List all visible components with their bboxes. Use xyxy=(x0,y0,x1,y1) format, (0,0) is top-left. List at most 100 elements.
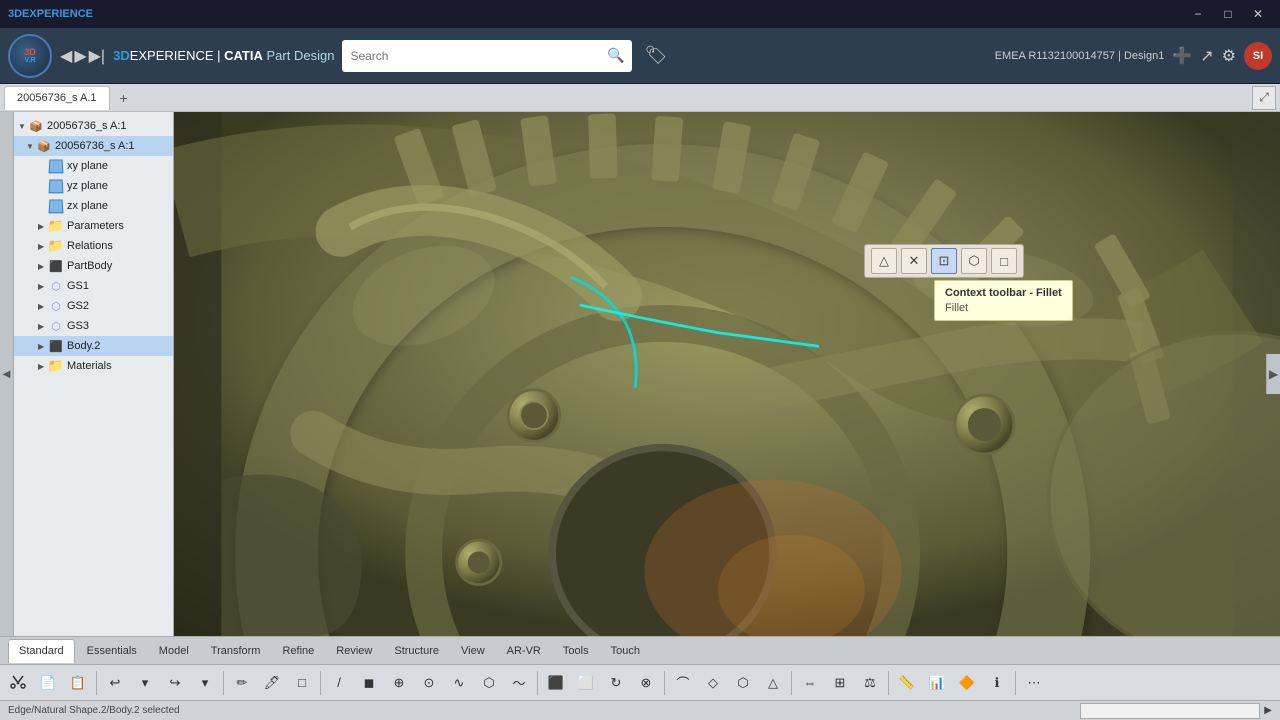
tree-item-gs2[interactable]: ▶ ⬡ GS2 xyxy=(14,296,173,316)
add-icon[interactable]: ➕ xyxy=(1172,46,1192,66)
sidebar-toggle[interactable]: ◀ xyxy=(0,112,14,636)
ctx-btn-empty-square[interactable]: □ xyxy=(991,248,1017,274)
tab-review[interactable]: Review xyxy=(326,639,382,663)
shell-button[interactable]: ⬡ xyxy=(729,669,757,697)
fullscreen-button[interactable]: ⤢ xyxy=(1252,86,1276,110)
tree-item-root1[interactable]: ▼ 📦 20056736_s A:1 xyxy=(14,116,173,136)
tree-item-params[interactable]: ▶ 📁 Parameters xyxy=(14,216,173,236)
separator xyxy=(320,671,321,695)
status-right: ▶ xyxy=(1080,703,1272,719)
groove-button[interactable]: ⊗ xyxy=(632,669,660,697)
tab-transform[interactable]: Transform xyxy=(201,639,271,663)
more-button[interactable]: ⋯ xyxy=(1020,669,1048,697)
minimize-button[interactable]: − xyxy=(1184,4,1212,24)
tree-item-materials[interactable]: ▶ 📁 Materials xyxy=(14,356,173,376)
chamfer-button[interactable]: ◇ xyxy=(699,669,727,697)
expand-icon: ▼ xyxy=(18,122,28,131)
forward-button[interactable]: ▶| xyxy=(89,46,105,66)
search-box[interactable]: 🔍 xyxy=(342,40,632,72)
settings-icon[interactable]: ⚙ xyxy=(1222,46,1236,66)
tab-model[interactable]: Model xyxy=(149,639,199,663)
app-title-part: Part Design xyxy=(263,48,335,63)
analysis-button[interactable]: 📊 xyxy=(923,669,951,697)
undo-dropdown[interactable]: ▾ xyxy=(131,669,159,697)
new-tab-button[interactable]: + xyxy=(114,88,134,108)
tree-item-body2[interactable]: ▶ ⬛ Body.2 xyxy=(14,336,173,356)
close-button[interactable]: ✕ xyxy=(1244,4,1272,24)
select-button[interactable]: 🖊 xyxy=(258,669,286,697)
titlebar-left: 3DEXPERIENCE xyxy=(8,8,93,20)
root-child-icon: 📦 xyxy=(36,138,52,154)
scale-button[interactable]: ⚖ xyxy=(856,669,884,697)
tab-ar-vr[interactable]: AR-VR xyxy=(497,639,551,663)
ctx-btn-triangle[interactable]: △ xyxy=(871,248,897,274)
coordinate-input[interactable] xyxy=(1080,703,1260,719)
tab-tools[interactable]: Tools xyxy=(553,639,599,663)
ctx-btn-square-active[interactable]: ⊡ xyxy=(931,248,957,274)
box-select-button[interactable]: □ xyxy=(288,669,316,697)
material-button[interactable]: 🔶 xyxy=(953,669,981,697)
sidebar-tree: ▼ 📦 20056736_s A:1 ▼ 📦 20056736_s A:1 xy… xyxy=(14,112,174,636)
share-icon[interactable]: ↗ xyxy=(1200,46,1213,66)
tab-standard[interactable]: Standard xyxy=(8,639,75,663)
tree-item-yz[interactable]: yz plane xyxy=(14,176,173,196)
tab-refine[interactable]: Refine xyxy=(272,639,324,663)
bottom-tabs: Standard Essentials Model Transform Refi… xyxy=(0,636,1280,664)
logo-area: 3D V.R xyxy=(8,34,52,78)
tree-label: GS3 xyxy=(67,320,89,332)
group-icon: ⬡ xyxy=(48,298,64,314)
bookmark-icon[interactable]: 🏷 xyxy=(644,45,667,66)
tree-item-partbody[interactable]: ▶ ⬛ PartBody xyxy=(14,256,173,276)
search-input[interactable] xyxy=(350,49,601,63)
play-button[interactable]: ▶ xyxy=(74,46,86,66)
app-title-exp: EXPERIENCE | xyxy=(130,48,224,63)
tree-item-root2[interactable]: ▼ 📦 20056736_s A:1 xyxy=(14,136,173,156)
circle-button[interactable]: ⊙ xyxy=(415,669,443,697)
hex-button[interactable]: ⬡ xyxy=(475,669,503,697)
tab-essentials[interactable]: Essentials xyxy=(77,639,147,663)
separator xyxy=(223,671,224,695)
cut-button[interactable] xyxy=(4,669,32,697)
revolve-button[interactable]: ↻ xyxy=(602,669,630,697)
plane-button[interactable]: ◼ xyxy=(355,669,383,697)
tabbar: 20056736_s A.1 + ⤢ xyxy=(0,84,1280,112)
fillet-button[interactable]: ⌒ xyxy=(669,669,697,697)
extrude-button[interactable]: ⬛ xyxy=(542,669,570,697)
tree-label: Materials xyxy=(67,360,112,372)
tree-item-relations[interactable]: ▶ 📁 Relations xyxy=(14,236,173,256)
right-panel-toggle[interactable]: ▶ xyxy=(1266,354,1280,394)
point-button[interactable]: ⊕ xyxy=(385,669,413,697)
maximize-button[interactable]: □ xyxy=(1214,4,1242,24)
redo-button[interactable]: ↪ xyxy=(161,669,189,697)
line-button[interactable]: / xyxy=(325,669,353,697)
tree-item-gs3[interactable]: ▶ ⬡ GS3 xyxy=(14,316,173,336)
pattern-button[interactable]: ⊞ xyxy=(826,669,854,697)
user-avatar[interactable]: SI xyxy=(1244,42,1272,70)
viewport[interactable]: △ ✕ ⊡ ⬡ □ Context toolbar - Fillet Fille… xyxy=(174,112,1280,636)
tab-touch[interactable]: Touch xyxy=(601,639,650,663)
tree-item-zx[interactable]: zx plane xyxy=(14,196,173,216)
properties-button[interactable]: ℹ xyxy=(983,669,1011,697)
tree-item-gs1[interactable]: ▶ ⬡ GS1 xyxy=(14,276,173,296)
undo-button[interactable]: ↩ xyxy=(101,669,129,697)
mirror-button[interactable]: ⇔ xyxy=(796,669,824,697)
pocket-button[interactable]: ⬜ xyxy=(572,669,600,697)
main-tab[interactable]: 20056736_s A.1 xyxy=(4,86,110,110)
tree-item-xy[interactable]: xy plane xyxy=(14,156,173,176)
paste-button[interactable]: 📋 xyxy=(64,669,92,697)
plane-icon xyxy=(48,158,64,174)
user-session: EMEA R1132100014757 | Design1 xyxy=(995,50,1165,62)
arc-button[interactable]: ∿ xyxy=(445,669,473,697)
spline-button[interactable]: 〜 xyxy=(505,669,533,697)
tab-structure[interactable]: Structure xyxy=(384,639,449,663)
body-icon: ⬛ xyxy=(48,338,64,354)
redo-dropdown[interactable]: ▾ xyxy=(191,669,219,697)
ctx-btn-hex[interactable]: ⬡ xyxy=(961,248,987,274)
back-button[interactable]: ◀ xyxy=(60,46,72,66)
ctx-btn-cross[interactable]: ✕ xyxy=(901,248,927,274)
measure-button[interactable]: 📏 xyxy=(893,669,921,697)
sketch-button[interactable]: ✏ xyxy=(228,669,256,697)
draft-button[interactable]: △ xyxy=(759,669,787,697)
tab-view[interactable]: View xyxy=(451,639,495,663)
copy-button[interactable]: 📄 xyxy=(34,669,62,697)
